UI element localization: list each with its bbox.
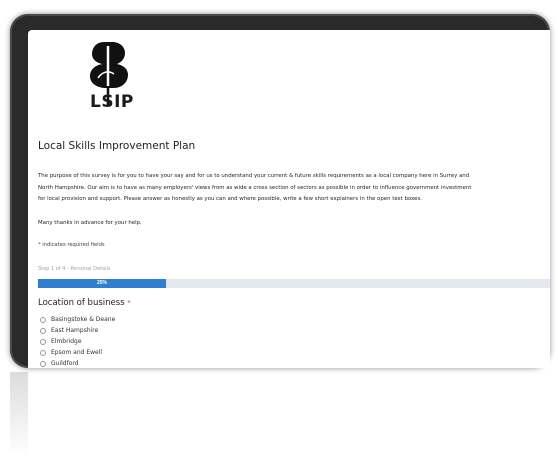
required-note-text: indicates required fields xyxy=(40,242,105,248)
tablet-screen: LSIP Local Skills Improvement Plan The p… xyxy=(28,30,550,368)
page-title: Local Skills Improvement Plan xyxy=(38,140,196,152)
tablet-reflection xyxy=(10,372,550,456)
intro-line: North Hampshire. Our aim is to have as m… xyxy=(38,184,472,191)
reflection-screen xyxy=(28,372,550,456)
location-option[interactable]: Epsom and Ewell xyxy=(40,347,115,358)
location-option[interactable]: Basingstoke & Deane xyxy=(40,314,115,325)
option-label: Elmbridge xyxy=(51,338,82,345)
required-fields-note: * indicates required fields xyxy=(38,242,105,248)
radio-button[interactable] xyxy=(40,327,46,334)
location-option[interactable]: Guildford xyxy=(40,358,115,368)
required-mark: * xyxy=(127,299,131,307)
progress-bar: 25% xyxy=(38,279,550,288)
tablet-frame: LSIP Local Skills Improvement Plan The p… xyxy=(10,14,550,368)
intro-paragraph: The purpose of this survey is for you to… xyxy=(38,171,550,206)
location-option[interactable]: East Hampshire xyxy=(40,325,115,336)
question-label: Location of business * xyxy=(38,298,131,308)
logo-text: LSIP xyxy=(90,92,134,112)
radio-button[interactable] xyxy=(40,360,46,367)
location-radio-group: Basingstoke & Deane East Hampshire Elmbr… xyxy=(40,314,115,368)
survey-page: LSIP Local Skills Improvement Plan The p… xyxy=(28,30,550,368)
intro-line: for local provision and support. Please … xyxy=(38,196,422,202)
radio-button[interactable] xyxy=(40,349,46,356)
reflection-frame xyxy=(10,372,550,456)
thanks-text: Many thanks in advance for your help. xyxy=(38,220,142,226)
radio-button[interactable] xyxy=(40,338,46,345)
radio-button[interactable] xyxy=(40,316,46,323)
step-label: Step 1 of 4 - Personal Details xyxy=(38,266,111,272)
reflection-mirror xyxy=(10,372,550,456)
progress-text: 25% xyxy=(96,280,107,286)
question-text: Location of business xyxy=(38,298,125,308)
option-label: Basingstoke & Deane xyxy=(51,316,116,323)
option-label: East Hampshire xyxy=(51,327,99,334)
intro-line: The purpose of this survey is for you to… xyxy=(38,173,470,179)
option-label: Epsom and Ewell xyxy=(51,349,103,356)
device-mockup: LSIP Local Skills Improvement Plan The p… xyxy=(0,0,558,456)
option-label: Guildford xyxy=(51,360,79,367)
location-option[interactable]: Elmbridge xyxy=(40,336,115,347)
